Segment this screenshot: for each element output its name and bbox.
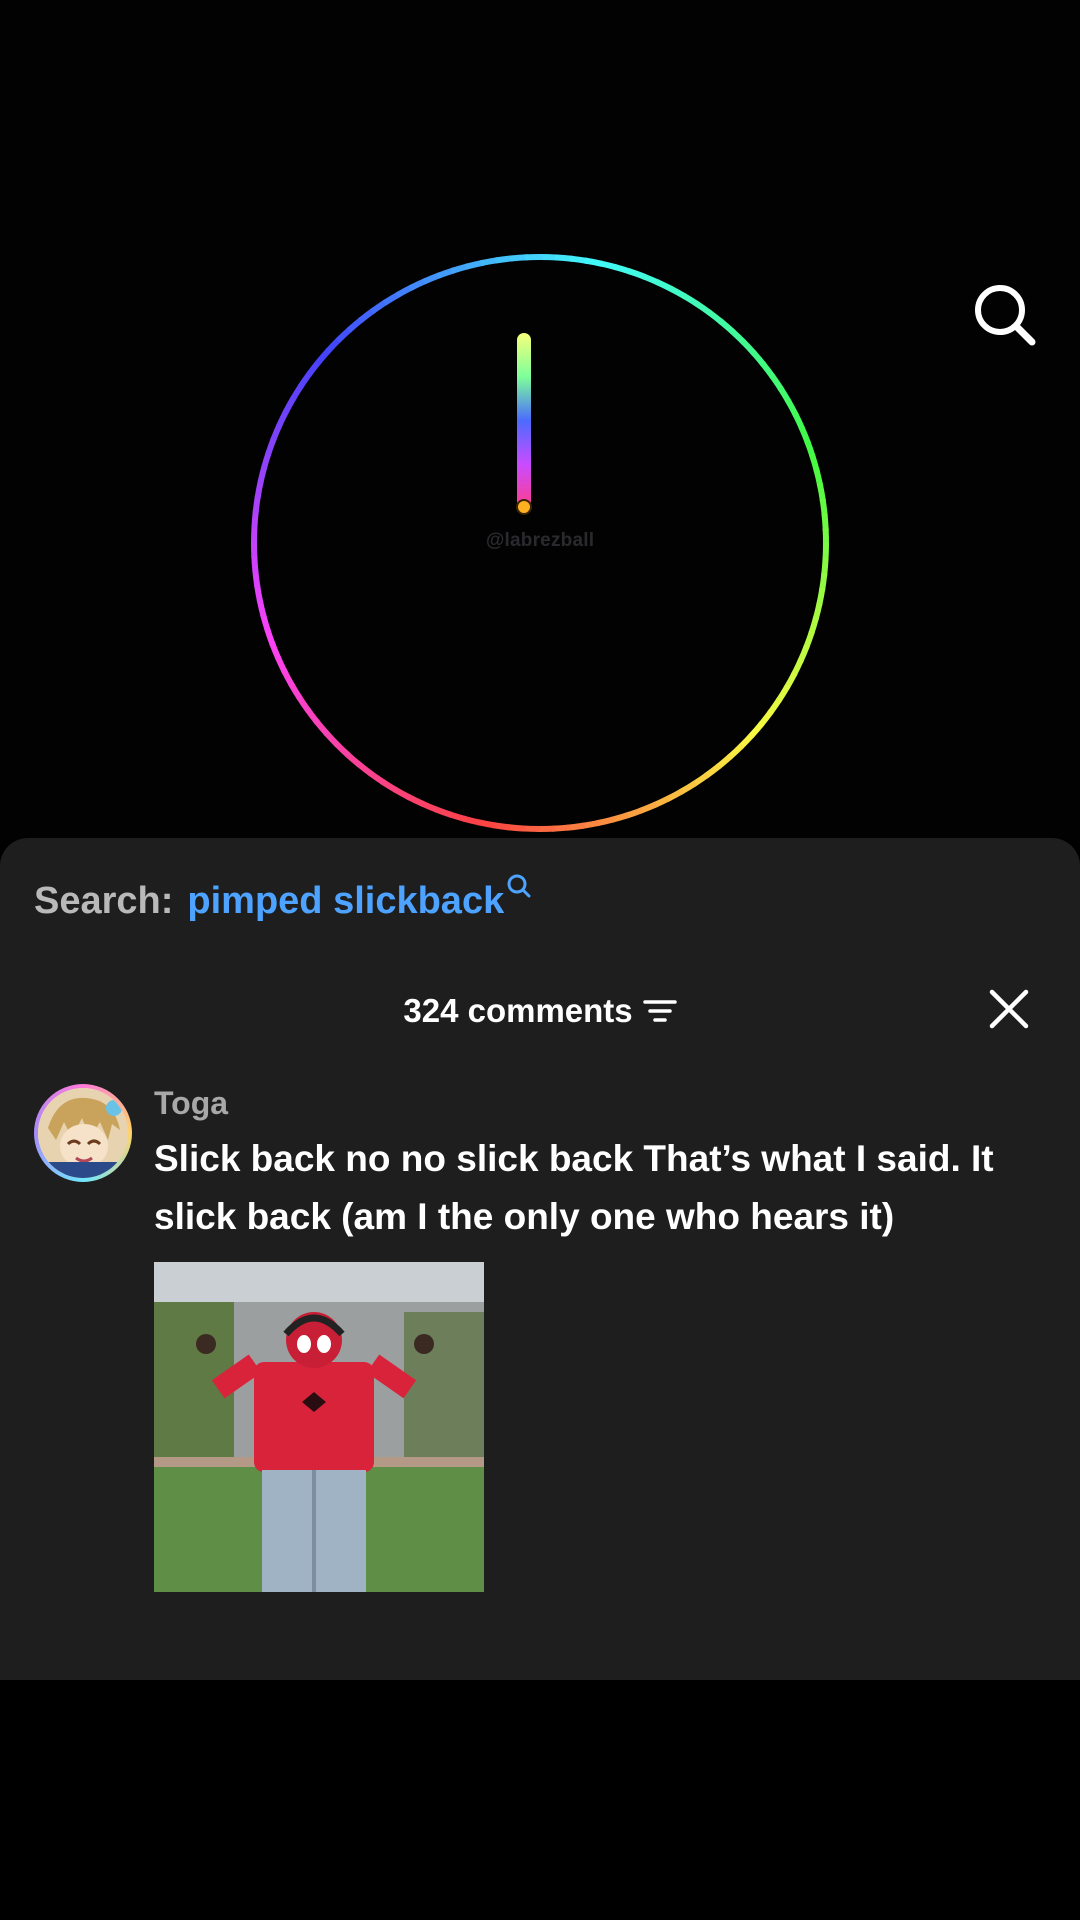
search-query-link[interactable]: pimped slickback — [187, 880, 504, 923]
filter-icon[interactable] — [642, 996, 677, 1026]
avatar-image — [38, 1088, 128, 1178]
comments-sheet: Search: pimped slickback 324 comments To… — [0, 838, 1080, 1680]
search-icon — [507, 874, 531, 898]
rainbow-clock-graphic — [251, 254, 829, 832]
search-button[interactable] — [970, 280, 1040, 350]
comment-body: Toga Slick back no no slick back That’s … — [154, 1084, 1014, 1592]
comment-text: Slick back no no slick back That’s what … — [154, 1138, 994, 1237]
avatar[interactable] — [34, 1084, 132, 1182]
comments-header: 324 comments — [0, 986, 1080, 1036]
video-player[interactable]: @labrezball — [0, 0, 1080, 840]
close-button[interactable] — [986, 986, 1032, 1032]
clock-hand — [517, 333, 531, 508]
video-watermark: @labrezball — [485, 530, 595, 551]
related-search-row[interactable]: Search: pimped slickback — [34, 874, 532, 940]
search-icon — [975, 285, 1036, 346]
gif-image — [154, 1262, 484, 1592]
search-prefix-label: Search: — [34, 880, 174, 922]
close-icon — [989, 989, 1029, 1029]
bottom-area — [0, 1680, 1080, 1920]
comment-username[interactable]: Toga — [154, 1084, 1014, 1122]
clock-hand-pivot — [516, 499, 532, 515]
comment-gif[interactable] — [154, 1262, 484, 1592]
comments-count: 324 comments — [403, 992, 633, 1029]
